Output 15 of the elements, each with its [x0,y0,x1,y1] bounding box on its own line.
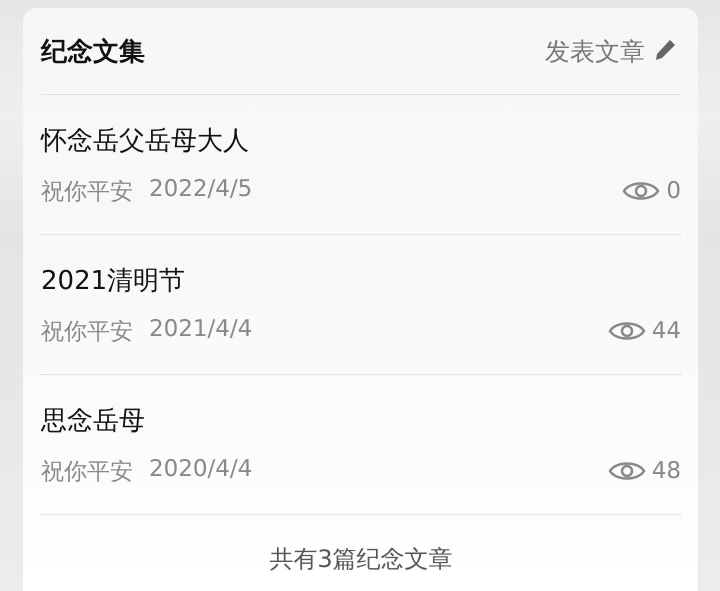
view-count: 44 [652,318,681,344]
article-date: 2021/4/4 [149,316,252,344]
article-date: 2020/4/4 [149,456,252,484]
article-title[interactable]: 2021清明节 [41,262,681,298]
publish-article-button[interactable]: 发表文章 [545,34,681,68]
article-title[interactable]: 怀念岳父岳母大人 [41,122,681,158]
section-title: 纪念文集 [41,36,145,68]
article-date: 2022/4/5 [149,176,252,204]
article-count: 共有3篇纪念文章 [268,544,454,575]
view-count: 0 [666,178,681,204]
article-title[interactable]: 思念岳母 [41,402,681,438]
author-name: 祝你平安 [41,178,133,206]
author-name: 祝你平安 [41,458,133,486]
author-name: 祝你平安 [41,318,133,346]
view-count: 48 [652,458,681,484]
